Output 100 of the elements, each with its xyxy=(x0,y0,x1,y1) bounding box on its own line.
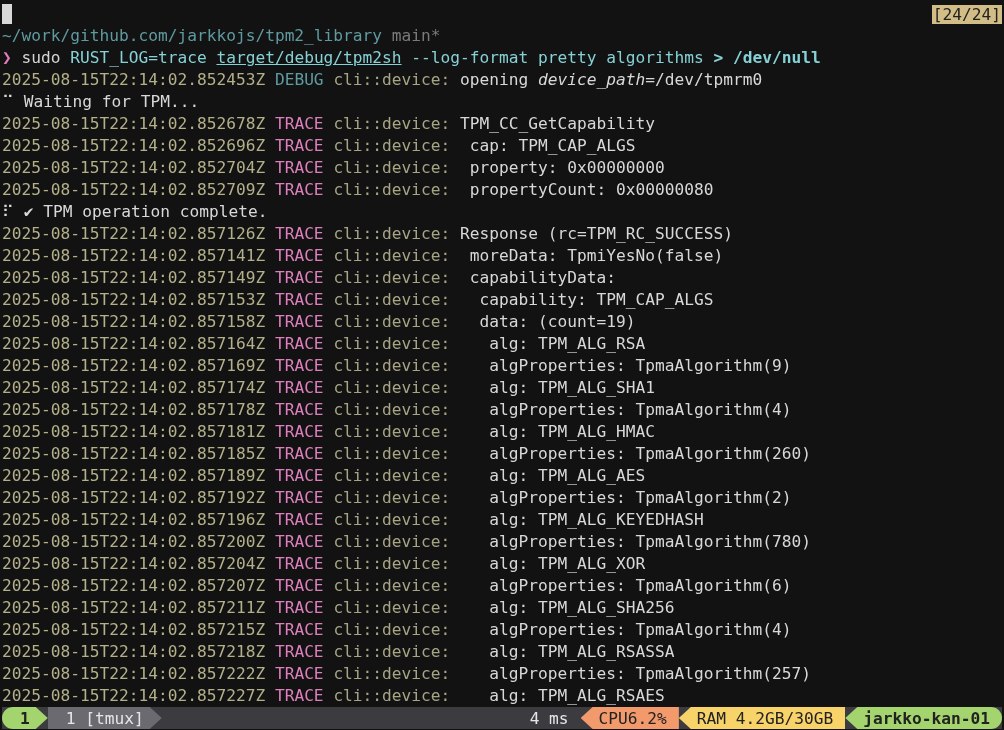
log-message: property: 0x00000000 xyxy=(468,158,665,177)
log-target: cli::device: xyxy=(333,114,451,133)
log-level: TRACE xyxy=(274,554,324,573)
log-message: data: (count=19) xyxy=(478,312,636,331)
command-redirect: > /dev/null xyxy=(713,48,821,67)
log-message: cap: TPM_CAP_ALGS xyxy=(468,136,636,155)
log-target: cli::device: xyxy=(333,686,451,705)
log-target: cli::device: xyxy=(333,576,451,595)
log-timestamp: 2025-08-15T22:14:02.857141Z xyxy=(2,246,266,265)
status-host: jarkko-kan-01 xyxy=(845,707,1002,729)
log-timestamp: 2025-08-15T22:14:02.857227Z xyxy=(2,686,266,705)
log-message: capabilityData: xyxy=(468,268,616,287)
log-message: algProperties: TpmaAlgorithm(2) xyxy=(488,488,792,507)
log-message: alg: TPM_ALG_AES xyxy=(488,466,646,485)
log-message: algProperties: TpmaAlgorithm(6) xyxy=(488,576,792,595)
log-target: cli::device: xyxy=(333,466,451,485)
prompt-symbol: ❯ xyxy=(2,48,12,67)
log-target: cli::device: xyxy=(333,224,451,243)
log-message: moreData: TpmiYesNo(false) xyxy=(468,246,724,265)
log-level: TRACE xyxy=(274,224,324,243)
log-message: algProperties: TpmaAlgorithm(9) xyxy=(488,356,792,375)
log-level: TRACE xyxy=(274,312,324,331)
log-level: TRACE xyxy=(274,642,324,661)
log-message: alg: TPM_ALG_RSASSA xyxy=(488,642,675,661)
log-level: TRACE xyxy=(274,114,324,133)
log-timestamp: 2025-08-15T22:14:02.857192Z xyxy=(2,488,266,507)
log-target: cli::device: xyxy=(333,70,451,89)
log-message: algProperties: TpmaAlgorithm(260) xyxy=(488,444,811,463)
log-message: alg: TPM_ALG_SHA256 xyxy=(488,598,675,617)
log-timestamp: 2025-08-15T22:14:02.852709Z xyxy=(2,180,266,199)
log-timestamp: 2025-08-15T22:14:02.857222Z xyxy=(2,664,266,683)
log-target: cli::device: xyxy=(333,510,451,529)
log-timestamp: 2025-08-15T22:14:02.857149Z xyxy=(2,268,266,287)
log-target: cli::device: xyxy=(333,158,451,177)
command-env: --log-format pretty algorithms xyxy=(410,48,705,67)
log-message: propertyCount: 0x00000080 xyxy=(468,180,714,199)
log-target: cli::device: xyxy=(333,532,451,551)
log-message: alg: TPM_ALG_SHA1 xyxy=(488,378,655,397)
log-timestamp: 2025-08-15T22:14:02.857169Z xyxy=(2,356,266,375)
log-level: TRACE xyxy=(274,400,324,419)
log-message: opening device_path=/dev/tpmrm0 xyxy=(460,70,763,89)
log-level: TRACE xyxy=(274,334,324,353)
log-level: TRACE xyxy=(274,532,324,551)
log-timestamp: 2025-08-15T22:14:02.852696Z xyxy=(2,136,266,155)
command-env: RUST_LOG=trace xyxy=(70,48,208,67)
log-message: algProperties: TpmaAlgorithm(257) xyxy=(488,664,811,683)
log-level: TRACE xyxy=(274,378,324,397)
log-level: TRACE xyxy=(274,488,324,507)
log-target: cli::device: xyxy=(333,356,451,375)
log-target: cli::device: xyxy=(333,334,451,353)
log-level: TRACE xyxy=(274,576,324,595)
log-message: TPM_CC_GetCapability xyxy=(460,114,655,133)
log-target: cli::device: xyxy=(333,554,451,573)
log-level: TRACE xyxy=(274,246,324,265)
log-target: cli::device: xyxy=(333,598,451,617)
log-level: TRACE xyxy=(274,136,324,155)
log-timestamp: 2025-08-15T22:14:02.857178Z xyxy=(2,400,266,419)
log-level: TRACE xyxy=(274,664,324,683)
log-timestamp: 2025-08-15T22:14:02.857153Z xyxy=(2,290,266,309)
log-level: TRACE xyxy=(274,510,324,529)
log-timestamp: 2025-08-15T22:14:02.857196Z xyxy=(2,510,266,529)
log-target: cli::device: xyxy=(333,312,451,331)
log-timestamp: 2025-08-15T22:14:02.857215Z xyxy=(2,620,266,639)
log-target: cli::device: xyxy=(333,400,451,419)
log-message: algProperties: TpmaAlgorithm(4) xyxy=(488,620,792,639)
log-message: alg: TPM_ALG_RSAES xyxy=(488,686,665,705)
log-level: TRACE xyxy=(274,686,324,705)
terminal-cursor xyxy=(2,4,12,24)
log-target: cli::device: xyxy=(333,378,451,397)
log-message: algProperties: TpmaAlgorithm(780) xyxy=(488,532,811,551)
log-level: TRACE xyxy=(274,620,324,639)
log-timestamp: 2025-08-15T22:14:02.852453Z xyxy=(2,70,266,89)
log-level: TRACE xyxy=(274,290,324,309)
log-level: TRACE xyxy=(274,180,324,199)
log-level: TRACE xyxy=(274,158,324,177)
git-branch: main* xyxy=(391,26,441,45)
log-message: alg: TPM_ALG_RSA xyxy=(488,334,646,353)
log-timestamp: 2025-08-15T22:14:02.857211Z xyxy=(2,598,266,617)
status-message: ✔ TPM operation complete. xyxy=(23,202,268,221)
log-level: TRACE xyxy=(274,356,324,375)
log-target: cli::device: xyxy=(333,268,451,287)
log-message: capability: TPM_CAP_ALGS xyxy=(478,290,714,309)
log-target: cli::device: xyxy=(333,642,451,661)
window-tab[interactable]: 1 [tmux] xyxy=(47,707,162,729)
log-target: cli::device: xyxy=(333,246,451,265)
status-message: Waiting for TPM... xyxy=(23,92,200,111)
log-message: alg: TPM_ALG_XOR xyxy=(488,554,646,573)
spinner-glyph: ⠉ xyxy=(2,92,14,111)
log-timestamp: 2025-08-15T22:14:02.857218Z xyxy=(2,642,266,661)
log-target: cli::device: xyxy=(333,136,451,155)
log-timestamp: 2025-08-15T22:14:02.857126Z xyxy=(2,224,266,243)
log-level: TRACE xyxy=(274,466,324,485)
prompt-path: ~/work/github.com/jarkkojs/tpm2_library xyxy=(2,26,383,45)
log-target: cli::device: xyxy=(333,488,451,507)
log-target: cli::device: xyxy=(333,664,451,683)
log-level: TRACE xyxy=(274,422,324,441)
log-timestamp: 2025-08-15T22:14:02.857174Z xyxy=(2,378,266,397)
log-timestamp: 2025-08-15T22:14:02.857164Z xyxy=(2,334,266,353)
session-indicator[interactable]: 1 xyxy=(2,707,48,729)
log-target: cli::device: xyxy=(333,620,451,639)
